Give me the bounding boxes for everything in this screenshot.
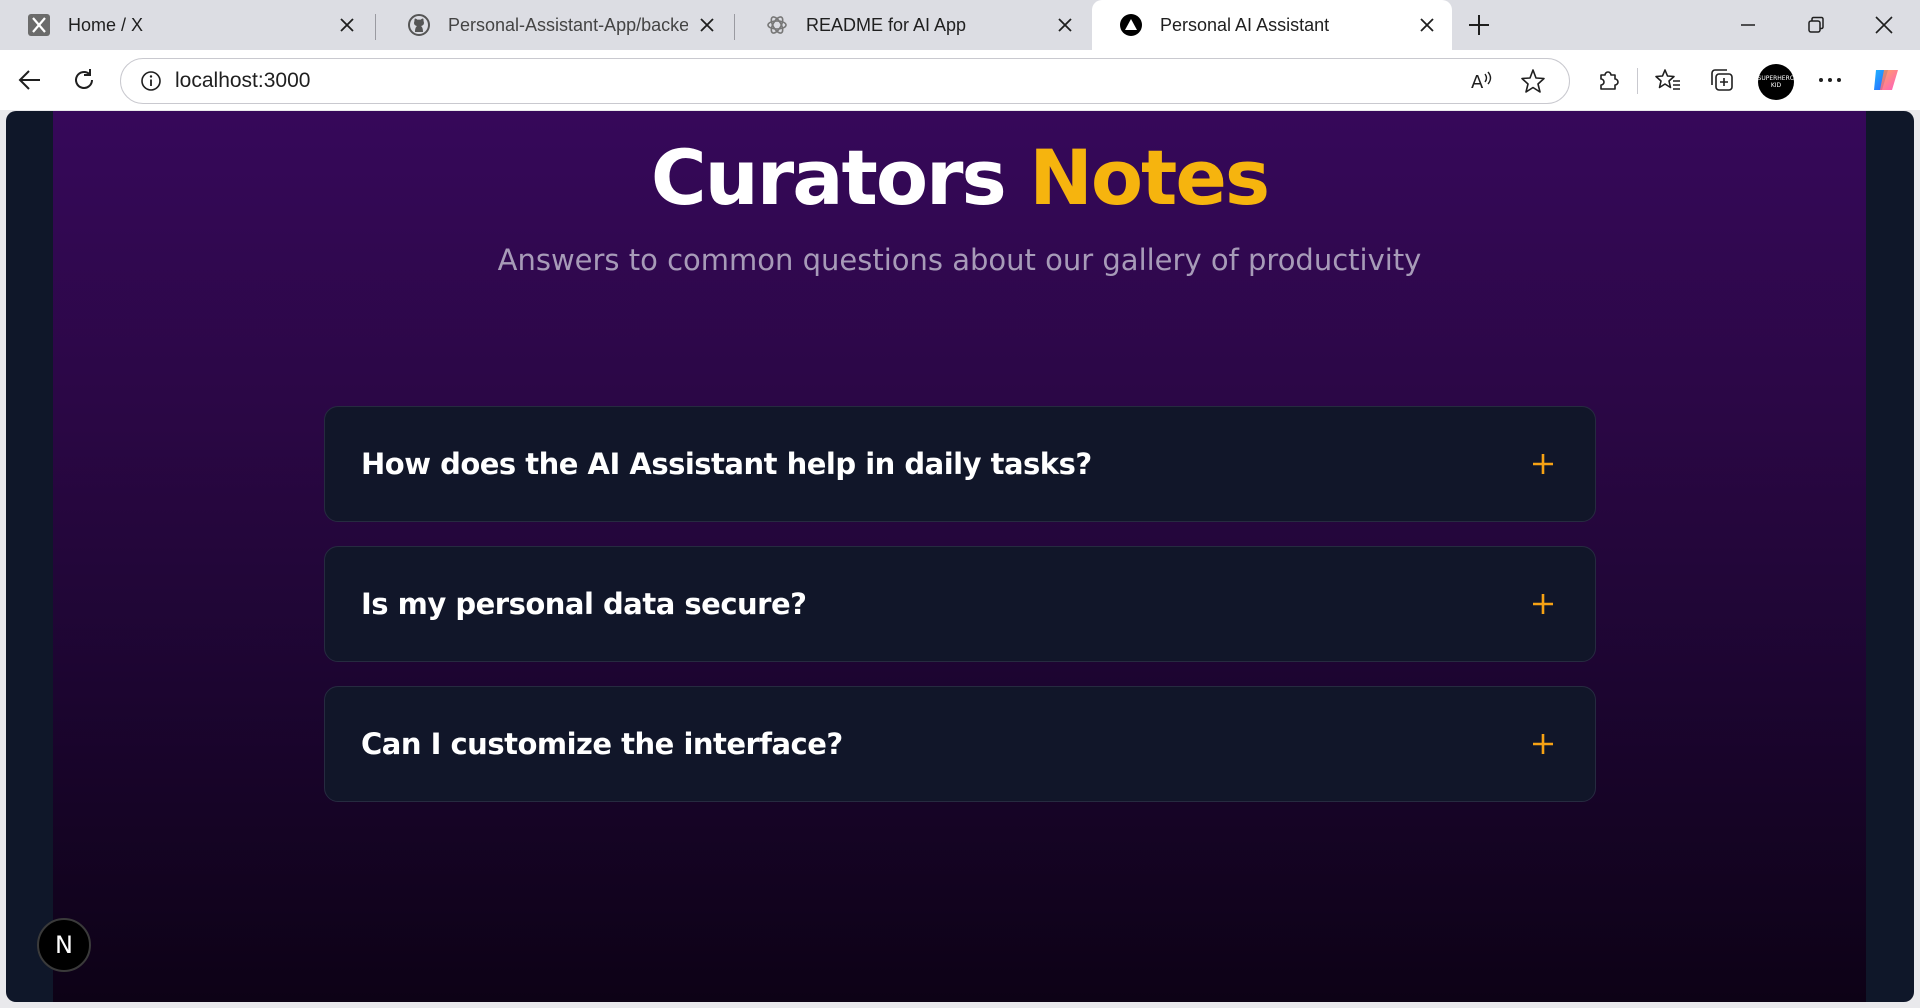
faq-question: Can I customize the interface? [361, 727, 843, 761]
site-info-icon[interactable] [127, 59, 175, 103]
collections-icon[interactable] [1702, 60, 1742, 100]
openai-icon [764, 12, 790, 38]
profile-avatar[interactable]: SUPERHERO KID [1758, 64, 1794, 100]
minimize-button[interactable] [1714, 0, 1782, 50]
tab-personal-ai-assistant[interactable]: Personal AI Assistant [1092, 0, 1452, 50]
svg-text:A: A [1471, 72, 1484, 92]
tab-readme[interactable]: README for AI App [738, 0, 1090, 50]
x-logo-icon [26, 12, 52, 38]
address-bar[interactable]: localhost:3000 A [120, 58, 1570, 104]
more-options-icon[interactable] [1810, 60, 1850, 100]
tab-separator [734, 14, 735, 40]
faq-question: Is my personal data secure? [361, 587, 807, 621]
extensions-icon[interactable] [1588, 60, 1628, 100]
github-icon [406, 12, 432, 38]
browser-toolbar: localhost:3000 A SUPERHERO KID [0, 50, 1920, 110]
favorites-icon[interactable] [1648, 60, 1688, 100]
tab-home-x[interactable]: Home / X [0, 0, 372, 50]
close-tab-icon[interactable] [696, 14, 718, 36]
close-tab-icon[interactable] [1054, 14, 1076, 36]
faq-question: How does the AI Assistant help in daily … [361, 447, 1092, 481]
page-viewport: Curators Notes Answers to common questio… [6, 111, 1914, 1002]
dev-badge-letter: N [55, 931, 73, 959]
tab-title: Personal-Assistant-App/backend/ [448, 14, 688, 35]
copilot-icon[interactable] [1866, 60, 1906, 100]
favorite-star-icon[interactable] [1511, 59, 1555, 103]
nextjs-dev-badge[interactable]: N [37, 918, 91, 972]
back-button[interactable] [10, 60, 50, 100]
title-accent: Notes [1029, 133, 1270, 222]
profile-label: SUPERHERO KID [1758, 75, 1794, 89]
read-aloud-icon[interactable]: A [1461, 59, 1505, 103]
tab-title: README for AI App [806, 14, 967, 35]
url-text: localhost:3000 [175, 69, 311, 92]
faq-item[interactable]: How does the AI Assistant help in daily … [324, 406, 1596, 522]
page-subtitle: Answers to common questions about our ga… [497, 243, 1422, 277]
restore-button[interactable] [1782, 0, 1850, 50]
title-main: Curators [650, 133, 1007, 222]
close-tab-icon[interactable] [1416, 14, 1438, 36]
toolbar-divider [1637, 68, 1638, 94]
page-title: Curators Notes [53, 133, 1866, 222]
plus-icon[interactable] [1527, 448, 1559, 480]
faq-item[interactable]: Can I customize the interface? [324, 686, 1596, 802]
tab-title: Personal AI Assistant [1160, 14, 1330, 35]
plus-icon[interactable] [1527, 728, 1559, 760]
refresh-button[interactable] [64, 60, 104, 100]
tab-title: Home / X [68, 14, 144, 35]
new-tab-button[interactable] [1462, 8, 1496, 42]
close-tab-icon[interactable] [336, 14, 358, 36]
browser-tab-strip: Home / X Personal-Assistant-App/backend/… [0, 0, 1920, 50]
nextjs-triangle-icon [1118, 12, 1144, 38]
plus-icon[interactable] [1527, 588, 1559, 620]
tab-github[interactable]: Personal-Assistant-App/backend/ [380, 0, 732, 50]
tab-separator [375, 14, 376, 40]
faq-section: Curators Notes Answers to common questio… [53, 111, 1866, 1002]
close-window-button[interactable] [1850, 0, 1918, 50]
faq-item[interactable]: Is my personal data secure? [324, 546, 1596, 662]
